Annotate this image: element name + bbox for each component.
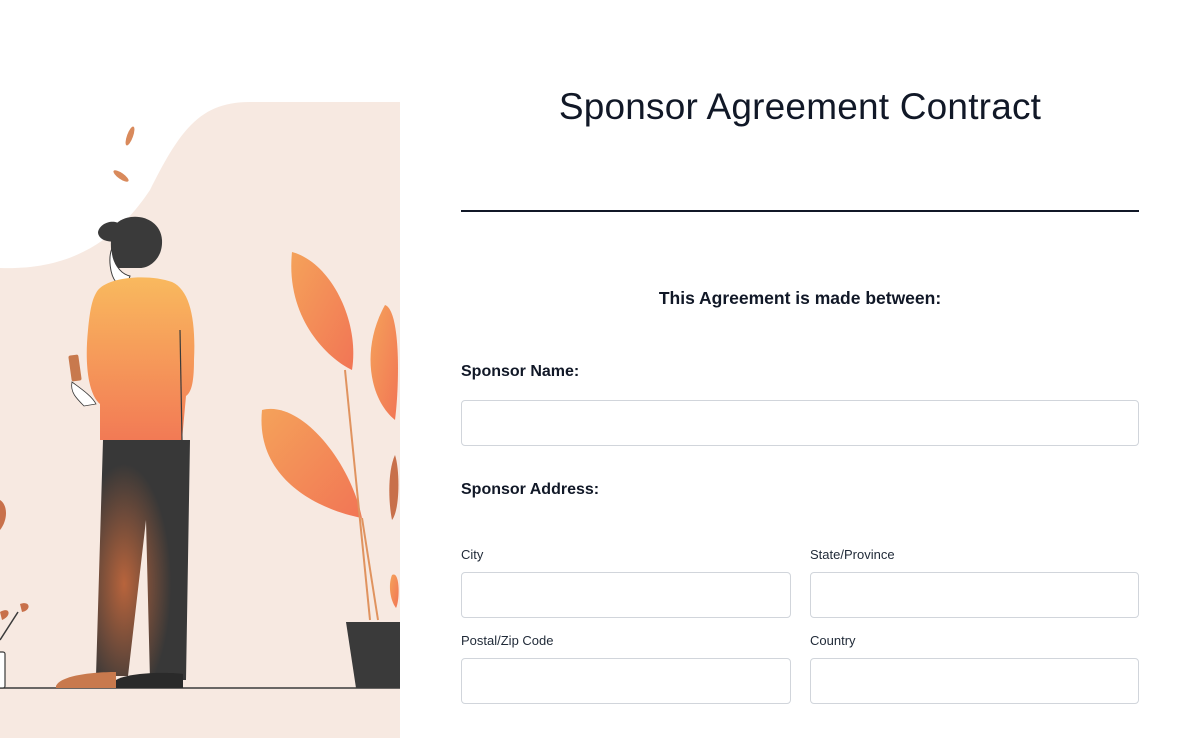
hero-illustration bbox=[0, 0, 400, 738]
title-divider bbox=[461, 210, 1139, 212]
postal-zip-code-input[interactable] bbox=[461, 658, 791, 704]
state-province-label: State/Province bbox=[810, 547, 895, 562]
agreement-intro-text: This Agreement is made between: bbox=[658, 288, 942, 308]
person-with-plants-illustration bbox=[0, 102, 400, 738]
page-title: Sponsor Agreement Contract bbox=[558, 86, 1042, 127]
postal-zip-code-label: Postal/Zip Code bbox=[461, 633, 554, 648]
country-label: Country bbox=[810, 633, 856, 648]
state-province-input[interactable] bbox=[810, 572, 1139, 618]
city-label: City bbox=[461, 547, 484, 562]
sponsor-name-input[interactable] bbox=[461, 400, 1139, 446]
country-input[interactable] bbox=[810, 658, 1139, 704]
city-input[interactable] bbox=[461, 572, 791, 618]
sponsor-address-label: Sponsor Address: bbox=[461, 481, 600, 498]
sponsor-name-label: Sponsor Name: bbox=[461, 363, 580, 380]
